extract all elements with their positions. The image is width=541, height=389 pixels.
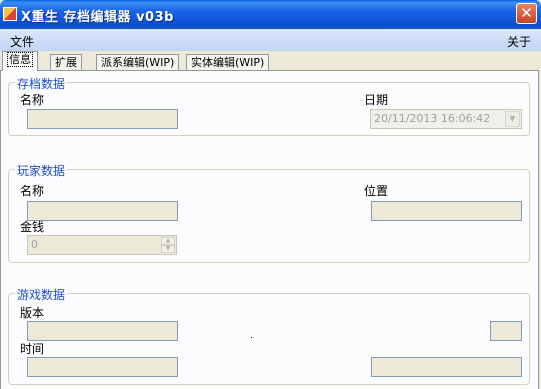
save-date-picker[interactable]: 20/11/2013 16:06:42 ▼ (370, 109, 522, 129)
save-date-value: 20/11/2013 16:06:42 (374, 112, 491, 125)
player-name-label: 名称 (20, 184, 45, 198)
spin-up-icon[interactable]: ▲ (161, 237, 175, 245)
chevron-down-icon[interactable]: ▼ (505, 111, 520, 127)
window-title: X重生 存档编辑器 v03b (21, 10, 174, 25)
save-name-label: 名称 (20, 93, 45, 107)
player-position-label: 位置 (364, 184, 389, 198)
tab-strip: 信息 扩展 派系编辑(WIP) 实体编辑(WIP) (0, 51, 541, 71)
title-bar: X重生 存档编辑器 v03b ✕ (0, 0, 541, 29)
save-date-label: 日期 (364, 93, 389, 107)
save-name-field[interactable] (27, 109, 178, 129)
game-data-title: 游戏数据 (15, 286, 68, 303)
game-time-field[interactable] (27, 357, 178, 377)
close-button[interactable]: ✕ (516, 3, 537, 24)
tab-faction-edit[interactable]: 派系编辑(WIP) (96, 54, 180, 70)
app-icon (3, 7, 17, 21)
menu-bar: 文件 关于 (0, 29, 541, 51)
game-time-label: 时间 (20, 342, 45, 356)
tab-info-label: 信息 (7, 52, 33, 67)
game-time-extra-field[interactable] (371, 357, 522, 377)
player-name-field[interactable] (27, 201, 178, 221)
stray-dot (251, 337, 252, 338)
menu-about[interactable]: 关于 (507, 33, 531, 50)
tab-entity-edit[interactable]: 实体编辑(WIP) (186, 54, 270, 70)
tab-extend[interactable]: 扩展 (50, 54, 82, 70)
game-version-label: 版本 (20, 306, 45, 320)
game-version-extra-field[interactable] (490, 321, 522, 341)
save-data-title: 存档数据 (15, 75, 68, 92)
tab-info[interactable]: 信息 (2, 51, 38, 71)
menu-file[interactable]: 文件 (10, 33, 34, 50)
game-version-field[interactable] (27, 321, 178, 341)
player-money-value: 0 (31, 238, 38, 251)
player-data-title: 玩家数据 (15, 162, 68, 179)
player-money-label: 金钱 (20, 220, 45, 234)
player-position-field[interactable] (371, 201, 522, 221)
spin-down-icon[interactable]: ▼ (161, 245, 175, 253)
player-money-stepper[interactable]: 0 ▲ ▼ (27, 235, 177, 255)
